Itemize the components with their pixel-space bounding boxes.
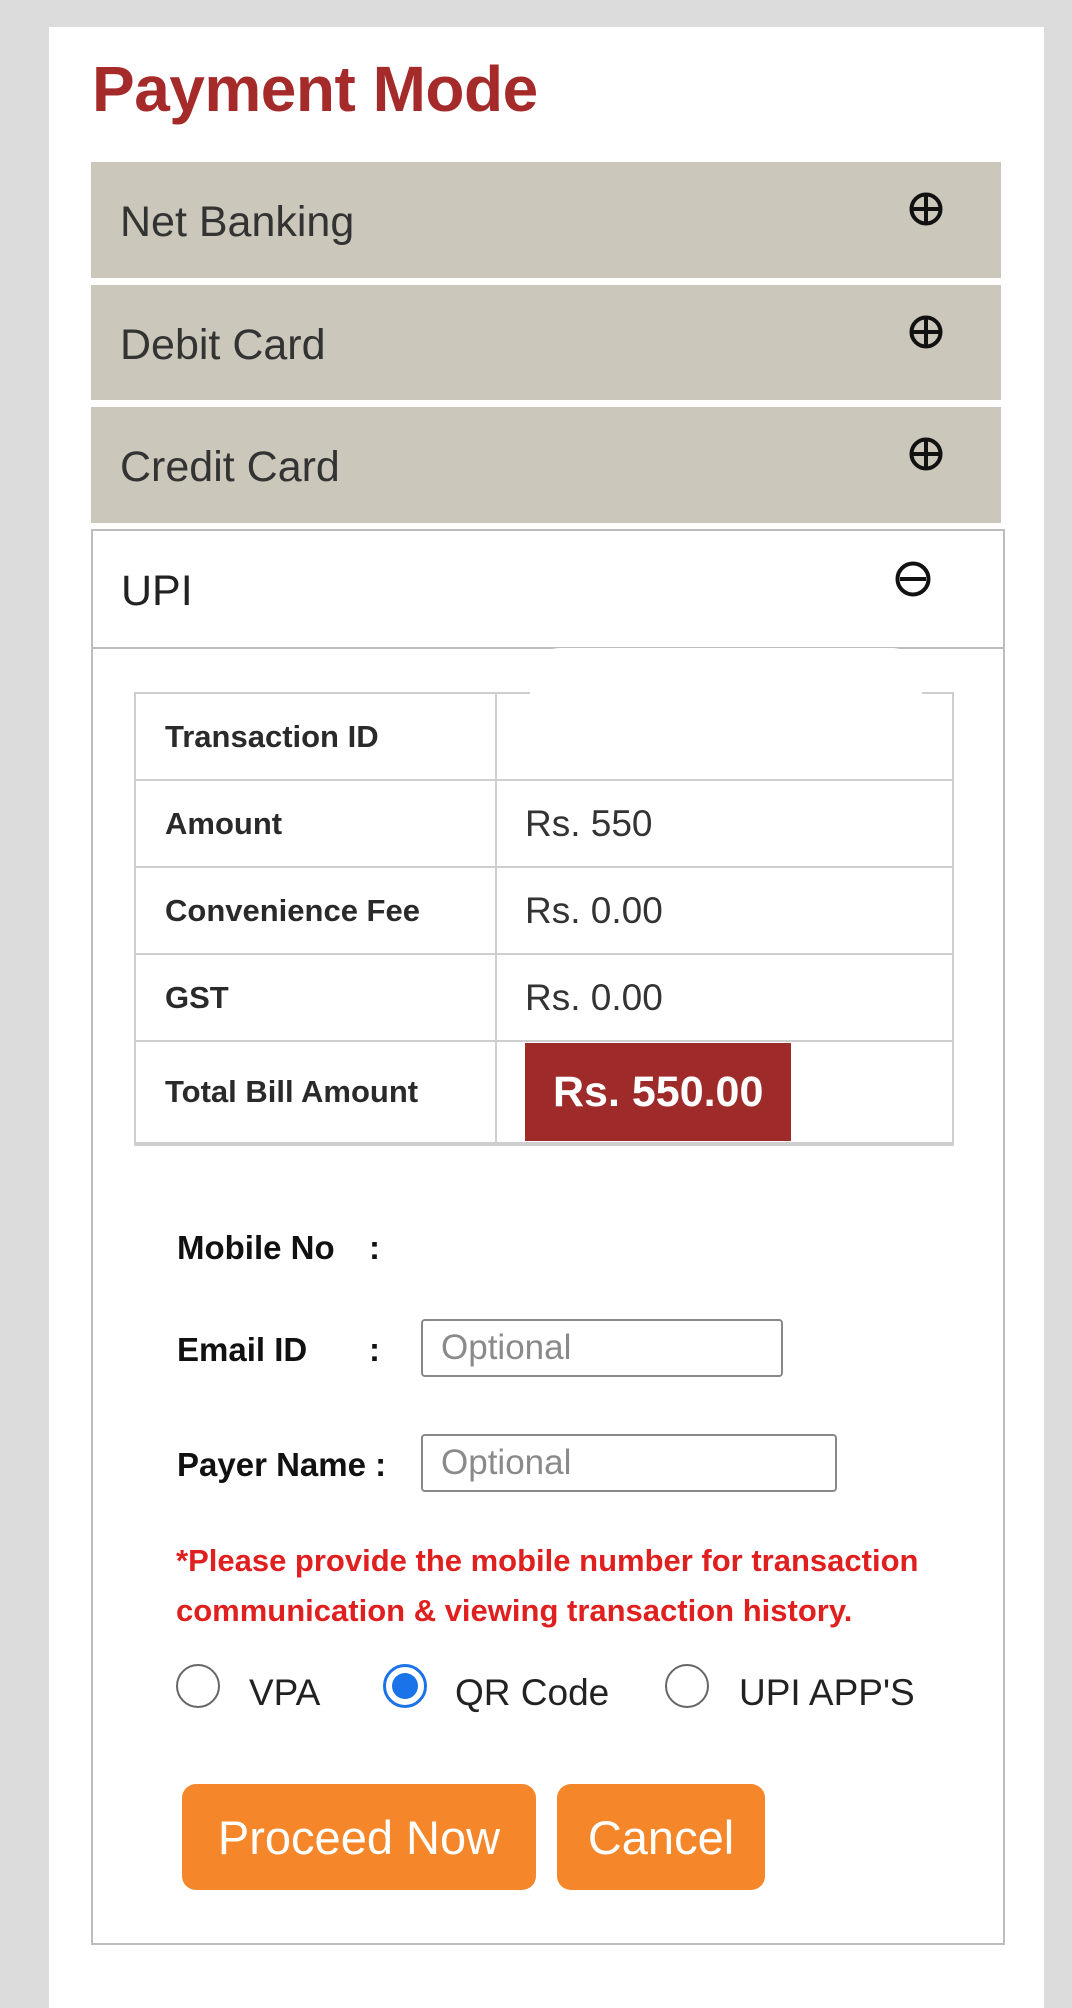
email-label: Email ID [177, 1331, 308, 1368]
radio-vpa[interactable]: VPA [176, 1662, 336, 1726]
payer-name-field[interactable] [421, 1434, 837, 1492]
table-row: Total Bill Amount Rs. 550.00 [134, 1040, 954, 1146]
radio-upi-apps-circle[interactable] [665, 1664, 709, 1708]
proceed-now-button[interactable]: Proceed Now [182, 1784, 536, 1890]
accordion-net-banking-label: Net Banking [120, 198, 355, 246]
accordion-credit-card-label: Credit Card [120, 443, 340, 491]
plus-circle-icon [909, 315, 943, 349]
gst-label: GST [134, 953, 497, 1042]
total-bill-cell: Rs. 550.00 [495, 1040, 954, 1146]
radio-qr-code-circle[interactable] [383, 1664, 427, 1708]
email-field[interactable] [421, 1319, 783, 1377]
radio-qr-code-label: QR Code [455, 1672, 610, 1713]
mobile-number-note: *Please provide the mobile number for tr… [176, 1543, 919, 1628]
plus-circle-icon [909, 437, 943, 471]
accordion-net-banking[interactable]: Net Banking [91, 162, 1001, 278]
table-row: Convenience Fee Rs. 0.00 [134, 866, 954, 955]
accordion-debit-card-label: Debit Card [120, 321, 326, 369]
transaction-summary-table: Transaction ID Amount Rs. 550 Convenienc… [134, 692, 954, 1146]
minus-circle-icon [895, 561, 931, 597]
total-bill-value: Rs. 550.00 [525, 1043, 792, 1141]
radio-qr-code[interactable]: QR Code [383, 1662, 623, 1726]
mobile-colon: : [369, 1229, 380, 1266]
table-row: Amount Rs. 550 [134, 779, 954, 868]
page-title: Payment Mode [92, 53, 538, 125]
table-row: GST Rs. 0.00 [134, 953, 954, 1042]
redacted-transaction-id [530, 648, 922, 748]
plus-circle-icon [909, 192, 943, 226]
accordion-credit-card[interactable]: Credit Card [91, 407, 1001, 523]
total-bill-label: Total Bill Amount [134, 1040, 497, 1146]
amount-value: Rs. 550 [495, 779, 954, 868]
accordion-debit-card[interactable]: Debit Card [91, 285, 1001, 400]
radio-upi-apps[interactable]: UPI APP'S [665, 1662, 930, 1726]
radio-vpa-label: VPA [249, 1672, 321, 1713]
accordion-upi-label: UPI [121, 567, 193, 615]
transaction-id-label: Transaction ID [134, 692, 497, 781]
email-colon: : [369, 1331, 380, 1368]
cancel-button[interactable]: Cancel [557, 1784, 765, 1890]
accordion-upi[interactable]: UPI [93, 531, 1003, 649]
payer-name-label: Payer Name : [177, 1446, 387, 1483]
amount-label: Amount [134, 779, 497, 868]
redacted-mobile-number [424, 1180, 804, 1290]
mobile-label: Mobile No [177, 1229, 335, 1266]
radio-vpa-circle[interactable] [176, 1664, 220, 1708]
convenience-fee-label: Convenience Fee [134, 866, 497, 955]
gst-value: Rs. 0.00 [495, 953, 954, 1042]
convenience-fee-value: Rs. 0.00 [495, 866, 954, 955]
radio-upi-apps-label: UPI APP'S [739, 1672, 915, 1713]
